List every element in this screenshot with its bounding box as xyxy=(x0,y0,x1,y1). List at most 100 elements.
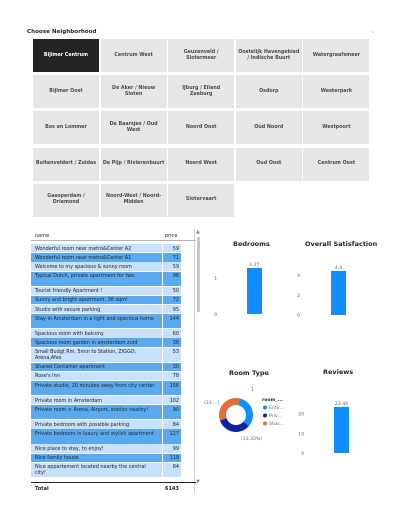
cell-name: Nice family house xyxy=(31,453,162,462)
cell-name: Rose's Inn xyxy=(31,371,162,381)
cell-price: 99 xyxy=(163,444,181,453)
slicer-tile[interactable]: Oostelijk Havengebied / Indische Buurt xyxy=(235,39,302,72)
cell-price: 36 xyxy=(163,338,181,347)
slicer-tile[interactable]: Gaasperdam / Driemond xyxy=(33,183,99,217)
legend-title: room_... xyxy=(262,397,283,403)
y-tick-label: 0 xyxy=(301,451,304,457)
table-row[interactable]: Private room in Amsterdam 102 xyxy=(31,396,181,405)
slicer-tile[interactable]: De Baarsjes / Oud West xyxy=(100,111,167,145)
table-row[interactable]: Typical Dutch, private apartment for two… xyxy=(31,271,181,286)
slicer-tile[interactable]: Geuzenveld / Slotermeer xyxy=(168,39,235,72)
slicer-tile[interactable]: Noord Oost xyxy=(168,111,235,145)
table-header: name price xyxy=(31,229,196,241)
y-tick-label: 1 xyxy=(214,276,217,282)
table-row[interactable]: Private bedroom with possible parking 84 xyxy=(31,420,181,429)
scroll-down-icon[interactable]: ▼ xyxy=(196,479,200,485)
slicer-tile[interactable]: Bijlmer Oost xyxy=(33,75,99,109)
satisfaction-chart: 0 2 4 4.4 xyxy=(297,265,346,319)
legend-marker xyxy=(263,413,267,418)
total-label: Total xyxy=(35,486,49,492)
cell-name: Stay in Amsterdam in a light and spaciou… xyxy=(31,314,162,329)
table-row[interactable]: Stay in Amsterdam in a light and spaciou… xyxy=(31,314,181,329)
table-row[interactable]: Private studio, 20 minutes away from cit… xyxy=(31,381,181,396)
bar xyxy=(331,271,346,315)
cell-price: 50 xyxy=(163,286,181,295)
cell-name: Studio with secure parking xyxy=(31,305,162,314)
cell-price: 95 xyxy=(163,305,181,314)
cell-price: 72 xyxy=(163,295,181,305)
cell-name: Private bedroom with possible parking xyxy=(31,420,162,429)
cell-price: 84 xyxy=(163,420,181,429)
cell-price: 53 xyxy=(163,347,181,362)
reviews-chart-title: Reviews xyxy=(323,368,354,376)
table-row[interactable]: Private room > Arena, Airport, station n… xyxy=(31,405,181,420)
table-row[interactable]: Nice family house 119 xyxy=(31,453,181,462)
slicer-tile[interactable]: Bijlmer Centrum xyxy=(33,39,99,72)
table-row[interactable]: Sunny and bright apartment, 36 sqm! 72 xyxy=(31,295,181,305)
table-row[interactable]: Studio with secure parking 95 xyxy=(31,305,181,314)
table-row[interactable]: Wonderful room near metro&Center A1 71 xyxy=(31,253,181,262)
data-label: 1.27 xyxy=(249,262,259,268)
cell-name: Private bedroom in luxury and stylish ap… xyxy=(31,429,162,444)
table-row[interactable]: Nice place to stay, to enjoy! 99 xyxy=(31,444,181,453)
table-scrollbar[interactable]: ▲ ▼ xyxy=(196,229,201,485)
slicer-tile[interactable]: Centrum Oost xyxy=(303,147,370,181)
slicer-tile[interactable]: De Aker / Nieuw Sloten xyxy=(100,75,167,109)
cell-price: 144 xyxy=(163,314,181,329)
cell-name: Private room > Arena, Airport, station n… xyxy=(31,405,162,420)
chevron-down-icon[interactable]: ⌵ xyxy=(370,28,375,36)
cell-price: 127 xyxy=(163,429,181,444)
y-tick-label: 2 xyxy=(297,293,300,299)
table-row[interactable]: Tourist friendly Apartment ! 50 xyxy=(31,286,181,295)
slicer-tile[interactable]: Oud Noord xyxy=(235,111,302,145)
y-tick-label: 10 xyxy=(298,431,304,437)
column-header-name[interactable]: name xyxy=(35,233,49,239)
cell-name: Sunny and bright apartment, 36 sqm! xyxy=(31,295,162,305)
slicer-tile[interactable]: De Pijp / Rivierenbuurt xyxy=(100,147,167,181)
table-row[interactable]: Wonderful room near metro&Center A2 59 xyxy=(31,244,181,253)
cell-name: Shared Container apartment xyxy=(31,362,162,371)
total-value: 6143 xyxy=(165,486,179,492)
slicer-tile[interactable]: Noord West xyxy=(168,147,235,181)
table-row[interactable]: Small Budgt Rm, 5min to Station, ZIGGO, … xyxy=(31,347,181,362)
table-row[interactable]: Private bedroom in luxury and stylish ap… xyxy=(31,429,181,444)
cell-name: Wonderful room near metro&Center A2 xyxy=(31,244,162,253)
bar xyxy=(247,267,262,314)
slicer-tile[interactable]: Oud Oost xyxy=(235,147,302,181)
slicer-tile[interactable]: Watergraafsmeer xyxy=(303,39,370,72)
cell-price: 84 xyxy=(163,462,181,477)
cell-price: 96 xyxy=(163,271,181,286)
reviews-chart: 0 10 20 23.44 xyxy=(298,401,349,457)
bar xyxy=(334,406,349,453)
table-row[interactable]: Welcome to my spacious & sunny room 59 xyxy=(31,262,181,271)
y-tick-label: 20 xyxy=(298,412,304,418)
data-label: (33....) xyxy=(204,400,219,406)
slicer-tile[interactable]: Slotervaart xyxy=(168,183,235,217)
slicer-tile[interactable]: Osdorp xyxy=(235,75,302,109)
column-header-price[interactable]: price xyxy=(165,233,177,239)
table-total-row: Total 6143 xyxy=(31,482,196,492)
data-label: 1 xyxy=(251,387,254,393)
slicer-tile[interactable]: Noord-West / Noord-Midden xyxy=(100,183,167,217)
table-row[interactable]: Shared Container apartment 30 xyxy=(31,362,181,371)
slicer-tile[interactable]: Bos en Lommer xyxy=(33,111,99,145)
slicer-tile[interactable]: Centrum West xyxy=(100,39,167,72)
cell-price: 71 xyxy=(163,253,181,262)
slicer-tile[interactable]: IJburg / Eiland Zeeburg xyxy=(168,75,235,109)
scroll-up-icon[interactable]: ▲ xyxy=(196,229,200,235)
bedrooms-chart-title: Bedrooms xyxy=(233,240,270,248)
cell-name: Nice place to stay, to enjoy! xyxy=(31,444,162,453)
table-row[interactable]: Rose's Inn 78 xyxy=(31,371,181,381)
table-row[interactable]: Nice appartement located nearby the cent… xyxy=(31,462,181,477)
slicer-tile[interactable]: Westerpark xyxy=(303,75,370,109)
slicer-tile[interactable]: Westpoort xyxy=(303,111,370,145)
satisfaction-chart-title: Overall Satisfaction xyxy=(305,240,378,248)
cell-name: Tourist friendly Apartment ! xyxy=(31,286,162,295)
cell-name: Wonderful room near metro&Center A1 xyxy=(31,253,162,262)
scroll-thumb[interactable] xyxy=(197,237,200,312)
cell-name: Spacious room with balcony xyxy=(31,329,162,338)
table-row[interactable]: Spacious room garden in amsterdam zuid 36 xyxy=(31,338,181,347)
data-label: (33.33%) xyxy=(241,436,262,442)
table-row[interactable]: Spacious room with balcony 60 xyxy=(31,329,181,338)
slicer-tile[interactable]: Buitenveldert / Zuidas xyxy=(33,147,99,181)
